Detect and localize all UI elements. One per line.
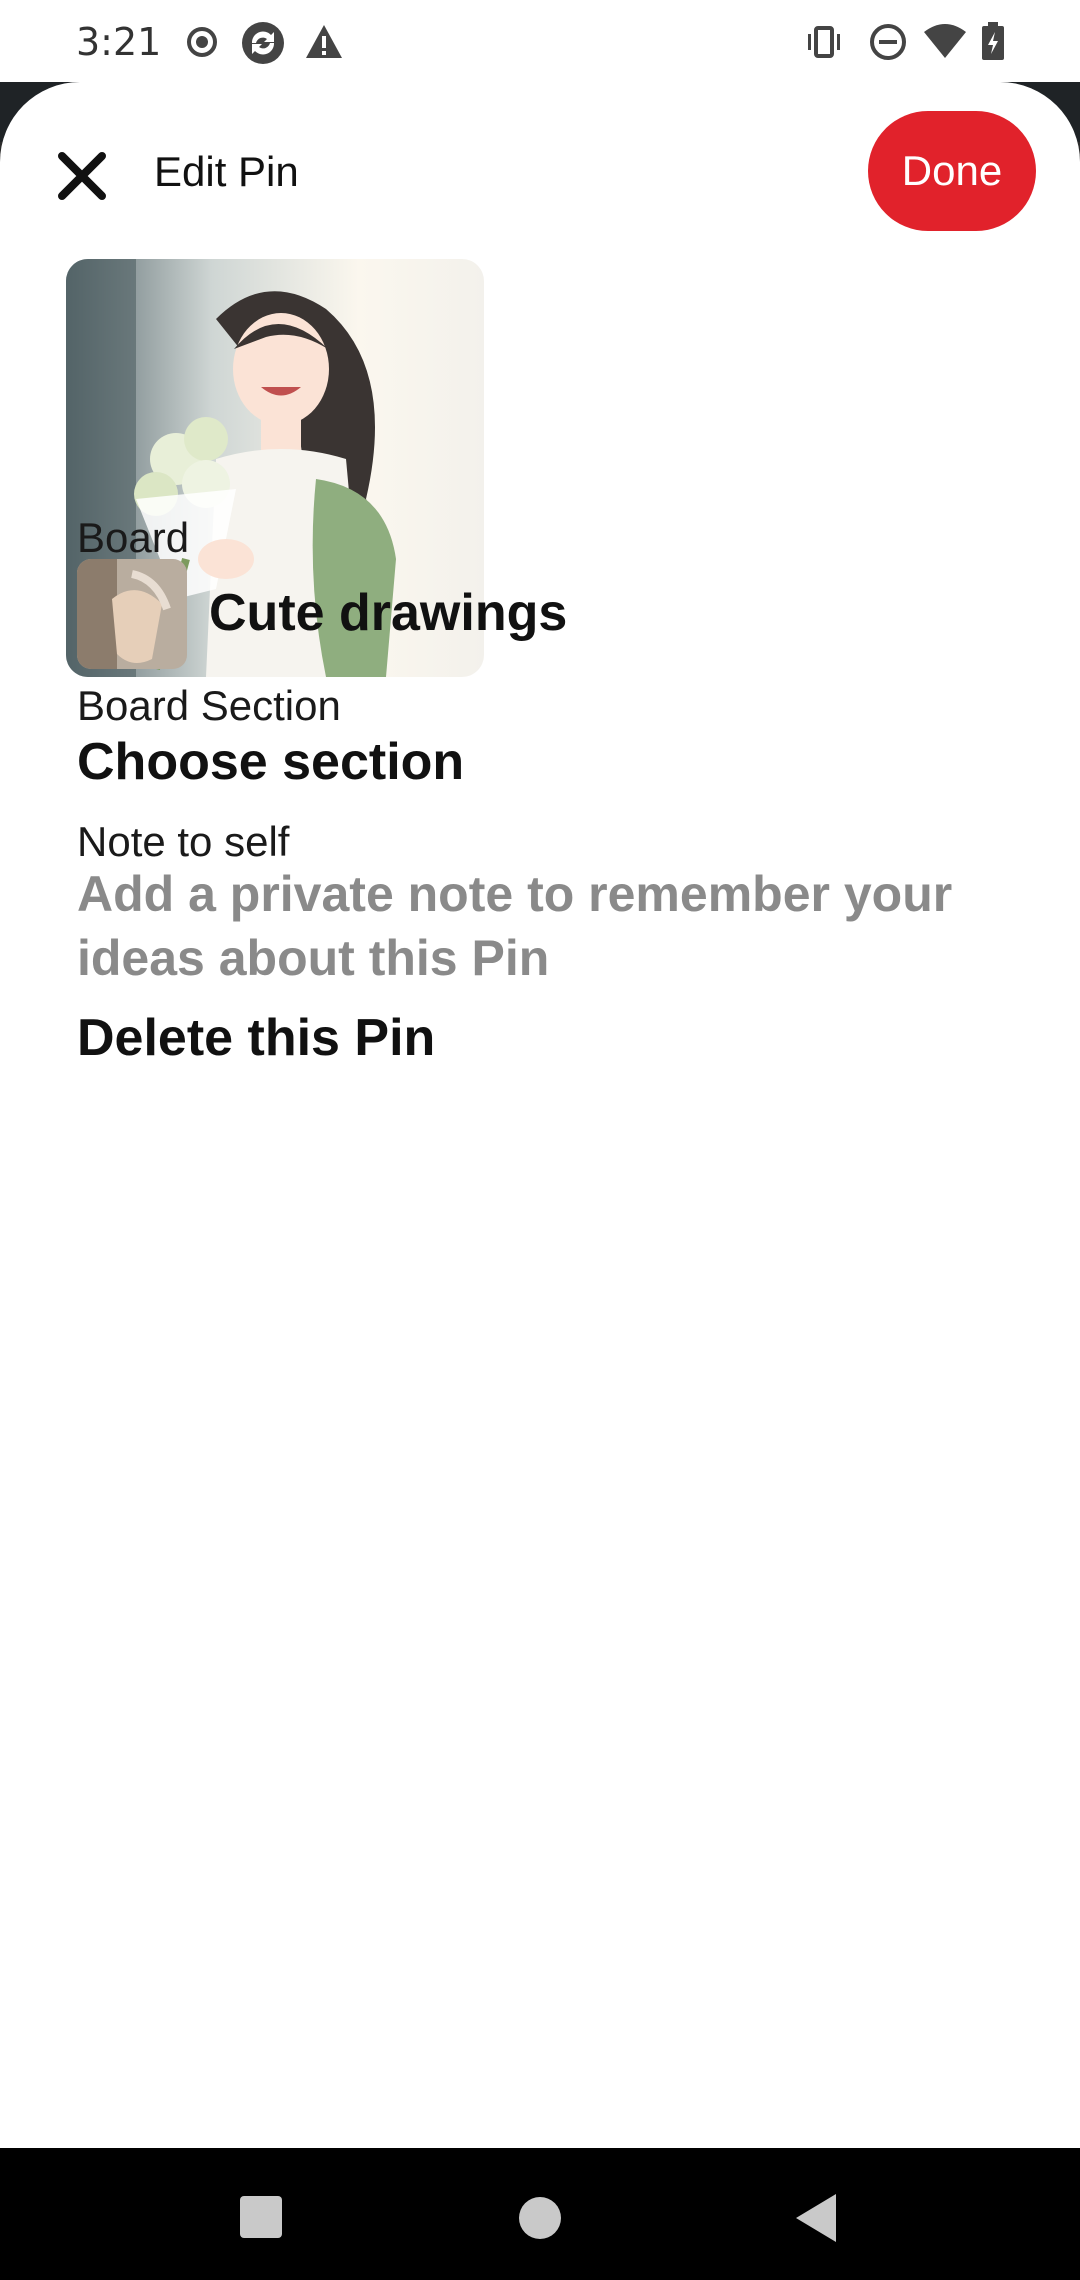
- delete-pin-button[interactable]: Delete this Pin: [77, 1008, 435, 1068]
- vibrate-icon: [804, 22, 844, 62]
- status-time: 3:21: [76, 20, 162, 64]
- board-thumbnail: [77, 559, 187, 669]
- board-label: Board: [77, 514, 190, 561]
- board-selector[interactable]: Cute drawings: [77, 559, 977, 669]
- note-input[interactable]: Add a private note to remember your idea…: [77, 862, 1017, 990]
- page-title: Edit Pin: [154, 148, 299, 195]
- home-icon[interactable]: [510, 2188, 570, 2248]
- wifi-icon: [922, 22, 968, 62]
- board-section-label: Board Section: [77, 682, 341, 729]
- board-name: Cute drawings: [209, 584, 568, 642]
- battery-icon: [980, 22, 1006, 62]
- back-icon[interactable]: [786, 2188, 846, 2248]
- navigation-bar: [0, 2148, 1080, 2280]
- note-label: Note to self: [77, 818, 290, 865]
- close-icon: [54, 148, 110, 209]
- done-button[interactable]: Done: [868, 111, 1036, 231]
- warning-icon: [304, 22, 344, 62]
- record-icon: [182, 22, 222, 62]
- edit-pin-sheet: Edit Pin Done Board Cute drawings Board …: [0, 82, 1080, 2148]
- recents-icon[interactable]: [232, 2188, 292, 2248]
- sync-icon: [240, 20, 286, 66]
- do-not-disturb-icon: [868, 22, 908, 62]
- choose-section-button[interactable]: Choose section: [77, 732, 464, 792]
- close-button[interactable]: [44, 140, 120, 216]
- status-bar: 3:21: [0, 0, 1080, 86]
